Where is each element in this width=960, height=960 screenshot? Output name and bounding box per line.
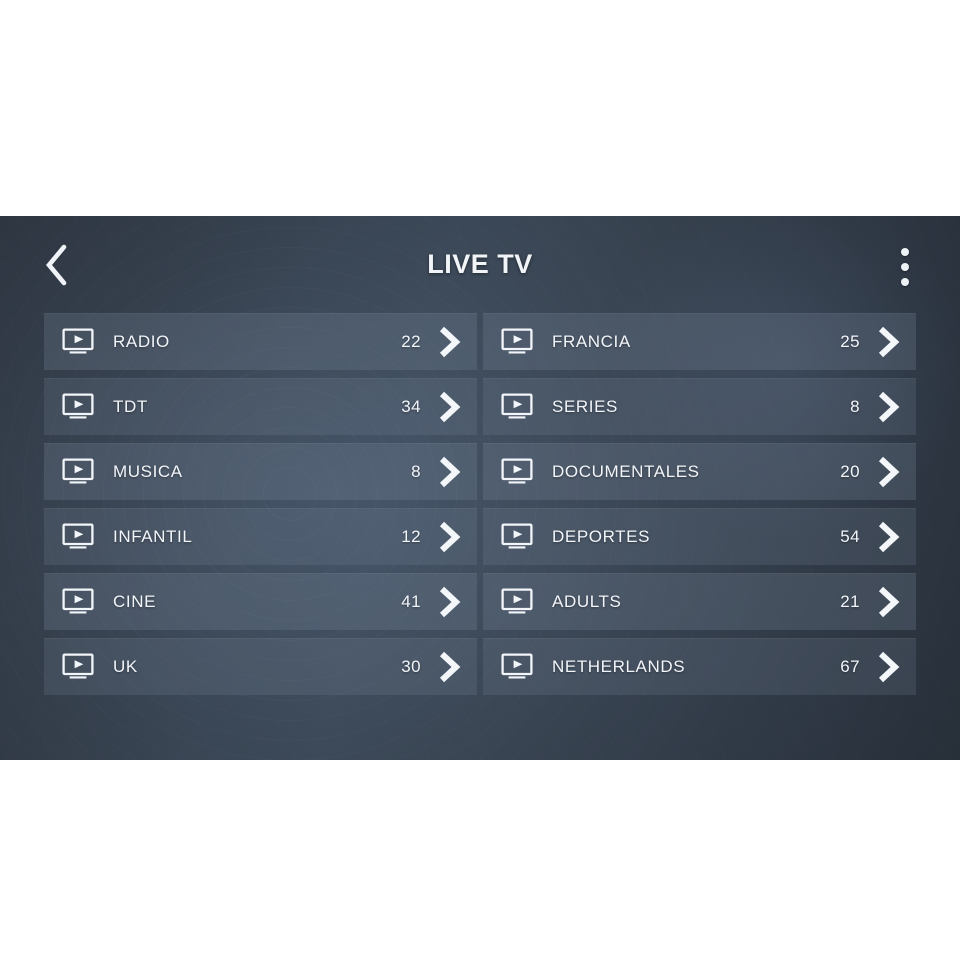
chevron-right-icon[interactable] (876, 390, 900, 424)
tv-play-icon (501, 653, 535, 680)
category-label: ADULTS (552, 591, 622, 611)
chevron-right-icon[interactable] (876, 325, 900, 359)
category-row-radio[interactable]: RADIO 22 (44, 313, 477, 370)
category-row-musica[interactable]: MUSICA 8 (44, 443, 477, 500)
category-row-francia[interactable]: FRANCIA 25 (483, 313, 916, 370)
chevron-right-icon[interactable] (437, 455, 461, 489)
category-count: 67 (840, 656, 860, 676)
tv-play-icon (501, 458, 535, 485)
more-vertical-icon-dot-3 (901, 278, 909, 286)
category-row-series[interactable]: SERIES 8 (483, 378, 916, 435)
category-row-cine[interactable]: CINE 41 (44, 573, 477, 630)
category-row-adults[interactable]: ADULTS 21 (483, 573, 916, 630)
category-label: DEPORTES (552, 526, 651, 546)
category-count: 12 (401, 526, 421, 546)
tv-play-icon (501, 393, 535, 420)
tv-play-icon (62, 393, 96, 420)
screenshot-canvas: LIVE TV RADIO 22 FRANCIA 25 TDT 34 SERIE… (0, 0, 960, 960)
category-count: 54 (840, 526, 860, 546)
category-row-deportes[interactable]: DEPORTES 54 (483, 508, 916, 565)
category-row-netherlands[interactable]: NETHERLANDS 67 (483, 638, 916, 695)
category-label: DOCUMENTALES (552, 461, 700, 481)
tv-play-icon (62, 653, 96, 680)
tv-play-icon (62, 523, 96, 550)
chevron-right-icon[interactable] (876, 585, 900, 619)
category-label: CINE (113, 591, 157, 611)
category-label: MUSICA (113, 461, 183, 481)
more-vertical-icon-dot-2 (901, 263, 909, 271)
category-label: NETHERLANDS (552, 656, 686, 676)
overflow-menu-button[interactable] (888, 240, 922, 294)
category-label: INFANTIL (113, 526, 193, 546)
category-label: SERIES (552, 396, 618, 416)
chevron-right-icon[interactable] (437, 390, 461, 424)
category-count: 8 (411, 461, 421, 481)
chevron-right-icon[interactable] (437, 325, 461, 359)
category-grid: RADIO 22 FRANCIA 25 TDT 34 SERIES 8 MUSI… (44, 313, 916, 695)
category-count: 25 (840, 331, 860, 351)
chevron-right-icon[interactable] (437, 520, 461, 554)
tv-play-icon (62, 588, 96, 615)
tv-play-icon (501, 523, 535, 550)
app-header: LIVE TV (0, 216, 960, 313)
tv-play-icon (501, 328, 535, 355)
category-count: 8 (850, 396, 860, 416)
category-label: FRANCIA (552, 331, 631, 351)
category-count: 20 (840, 461, 860, 481)
category-row-uk[interactable]: UK 30 (44, 638, 477, 695)
category-row-infantil[interactable]: INFANTIL 12 (44, 508, 477, 565)
chevron-right-icon[interactable] (437, 585, 461, 619)
category-count: 34 (401, 396, 421, 416)
category-label: UK (113, 656, 138, 676)
chevron-right-icon[interactable] (437, 650, 461, 684)
chevron-right-icon[interactable] (876, 520, 900, 554)
category-count: 30 (401, 656, 421, 676)
more-vertical-icon-dot-1 (901, 248, 909, 256)
chevron-right-icon[interactable] (876, 650, 900, 684)
live-tv-screen: LIVE TV RADIO 22 FRANCIA 25 TDT 34 SERIE… (0, 216, 960, 760)
category-label: TDT (113, 396, 148, 416)
category-label: RADIO (113, 331, 170, 351)
tv-play-icon (62, 328, 96, 355)
category-count: 41 (401, 591, 421, 611)
category-count: 21 (840, 591, 860, 611)
chevron-right-icon[interactable] (876, 455, 900, 489)
tv-play-icon (501, 588, 535, 615)
page-title: LIVE TV (427, 249, 533, 279)
category-count: 22 (401, 331, 421, 351)
tv-play-icon (62, 458, 96, 485)
category-row-documentales[interactable]: DOCUMENTALES 20 (483, 443, 916, 500)
category-row-tdt[interactable]: TDT 34 (44, 378, 477, 435)
